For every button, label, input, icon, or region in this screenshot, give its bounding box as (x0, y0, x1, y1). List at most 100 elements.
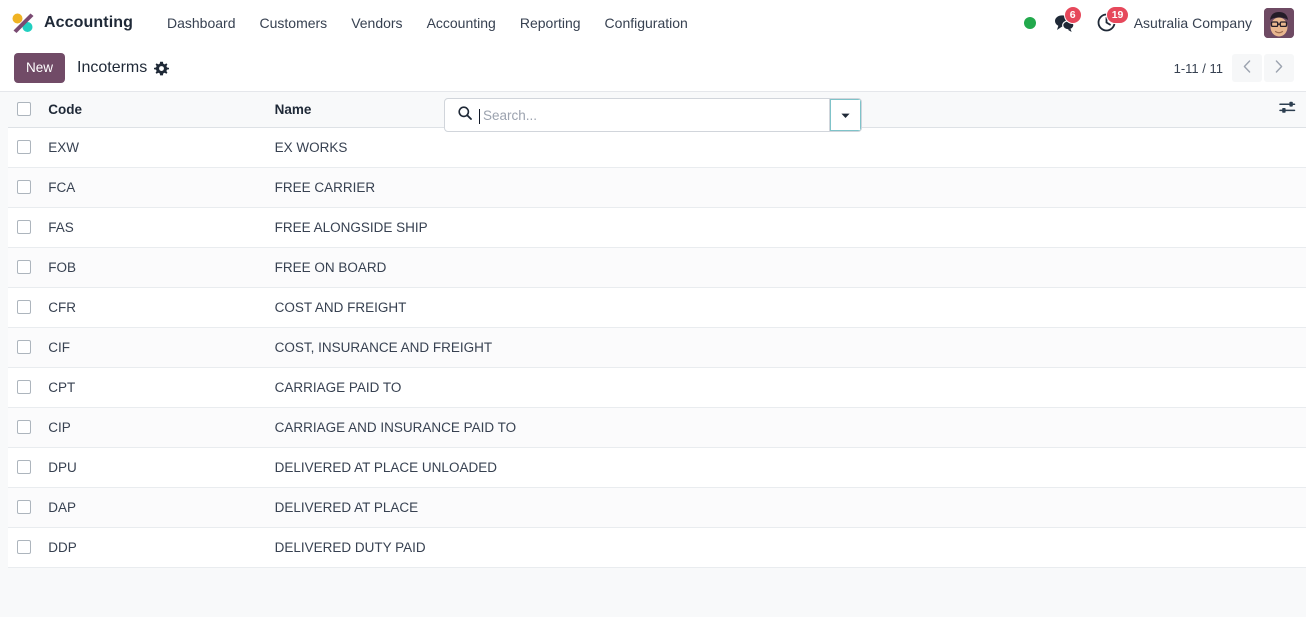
row-select-cell (8, 447, 49, 488)
brand-name: Accounting (44, 13, 133, 31)
search-bar[interactable]: Search... (444, 98, 862, 132)
cell-code[interactable]: DDP (48, 527, 275, 568)
pager-next-button[interactable] (1264, 54, 1294, 82)
activities-count-badge: 19 (1105, 5, 1130, 24)
menu-item-dashboard[interactable]: Dashboard (155, 9, 248, 37)
chevron-right-icon (1275, 60, 1283, 76)
row-checkbox[interactable] (17, 540, 31, 554)
top-navbar: Accounting Dashboard Customers Vendors A… (0, 0, 1306, 45)
cell-name[interactable]: DELIVERED AT PLACE (274, 487, 1241, 528)
cell-code[interactable]: CPT (48, 367, 275, 408)
table-filler (0, 567, 1306, 617)
row-select-cell (8, 487, 49, 528)
menu-item-vendors[interactable]: Vendors (339, 9, 414, 37)
cell-code[interactable]: FCA (48, 167, 275, 208)
cell-code[interactable]: CFR (48, 287, 275, 328)
chevron-down-icon (841, 106, 850, 124)
navbar-right-group: 6 19 Asutralia Company (1023, 5, 1294, 38)
table-row[interactable]: CIP CARRIAGE AND INSURANCE PAID TO (8, 407, 1306, 448)
row-checkbox[interactable] (17, 340, 31, 354)
row-checkbox[interactable] (17, 180, 31, 194)
search-icon (458, 105, 472, 125)
cell-name[interactable]: FREE CARRIER (274, 167, 1241, 208)
cell-name[interactable]: CARRIAGE PAID TO (274, 367, 1241, 408)
row-select-cell (8, 527, 49, 568)
cell-name[interactable]: DELIVERED DUTY PAID (274, 527, 1241, 568)
gear-icon[interactable] (154, 61, 170, 76)
table-row[interactable]: FOB FREE ON BOARD (8, 247, 1306, 288)
sliders-icon (1279, 100, 1296, 118)
cell-name[interactable]: EX WORKS (274, 127, 1241, 168)
brand-group[interactable]: Accounting (10, 10, 133, 36)
cell-code[interactable]: CIP (48, 407, 275, 448)
activities-button[interactable]: 19 (1092, 5, 1130, 38)
cell-spacer (1240, 367, 1306, 408)
breadcrumb: Incoterms (77, 59, 170, 77)
odoo-logo-icon[interactable] (10, 10, 36, 36)
table-row[interactable]: DDP DELIVERED DUTY PAID (8, 527, 1306, 568)
cell-code[interactable]: FAS (48, 207, 275, 248)
row-select-cell (8, 167, 49, 208)
chevron-left-icon (1243, 60, 1251, 76)
row-checkbox[interactable] (17, 420, 31, 434)
row-checkbox[interactable] (17, 260, 31, 274)
row-checkbox[interactable] (17, 380, 31, 394)
row-checkbox[interactable] (17, 460, 31, 474)
cell-spacer (1240, 407, 1306, 448)
row-checkbox[interactable] (17, 500, 31, 514)
select-all-header (8, 92, 49, 128)
messages-button[interactable]: 6 (1050, 5, 1082, 38)
cell-name[interactable]: CARRIAGE AND INSURANCE PAID TO (274, 407, 1241, 448)
cell-spacer (1240, 247, 1306, 288)
cell-spacer (1240, 527, 1306, 568)
cell-name[interactable]: FREE ON BOARD (274, 247, 1241, 288)
company-switcher[interactable]: Asutralia Company (1134, 15, 1252, 31)
page-title: Incoterms (77, 59, 148, 76)
row-select-cell (8, 207, 49, 248)
row-checkbox[interactable] (17, 140, 31, 154)
search-dropdown-toggle[interactable] (829, 99, 861, 131)
cell-code[interactable]: DAP (48, 487, 275, 528)
row-checkbox[interactable] (17, 220, 31, 234)
table-row[interactable]: DAP DELIVERED AT PLACE (8, 487, 1306, 528)
menu-item-accounting[interactable]: Accounting (415, 9, 508, 37)
row-checkbox[interactable] (17, 300, 31, 314)
table-row[interactable]: CIF COST, INSURANCE AND FREIGHT (8, 327, 1306, 368)
pager-previous-button[interactable] (1232, 54, 1262, 82)
cell-name[interactable]: COST, INSURANCE AND FREIGHT (274, 327, 1241, 368)
menu-item-reporting[interactable]: Reporting (508, 9, 593, 37)
table-row[interactable]: FCA FREE CARRIER (8, 167, 1306, 208)
cell-code[interactable]: CIF (48, 327, 275, 368)
table-row[interactable]: FAS FREE ALONGSIDE SHIP (8, 207, 1306, 248)
text-caret (479, 108, 480, 124)
table-body: EXW EX WORKS FCA FREE CARRIER FAS FREE ALONGS… (8, 127, 1306, 568)
select-all-checkbox[interactable] (17, 102, 31, 117)
menu-item-configuration[interactable]: Configuration (593, 9, 700, 37)
table-row[interactable]: CFR COST AND FREIGHT (8, 287, 1306, 328)
cell-spacer (1240, 127, 1306, 168)
menu-item-customers[interactable]: Customers (248, 9, 340, 37)
cell-code[interactable]: DPU (48, 447, 275, 488)
incoterms-table: Code Name EXW EX WORKS FCA FREE CARRIER … (8, 92, 1306, 568)
optional-columns-button[interactable] (1241, 100, 1306, 118)
cell-spacer (1240, 327, 1306, 368)
cell-name[interactable]: FREE ALONGSIDE SHIP (274, 207, 1241, 248)
cell-code[interactable]: EXW (48, 127, 275, 168)
pager-range[interactable]: 1-11 / 11 (1174, 61, 1223, 76)
list-view: Code Name EXW EX WORKS FCA FREE CARRIER … (0, 92, 1306, 617)
user-avatar[interactable] (1264, 7, 1294, 38)
column-header-code[interactable]: Code (48, 92, 275, 128)
cell-code[interactable]: FOB (48, 247, 275, 288)
cell-spacer (1240, 447, 1306, 488)
optional-columns-header (1240, 92, 1306, 128)
table-row[interactable]: CPT CARRIAGE PAID TO (8, 367, 1306, 408)
cell-name[interactable]: DELIVERED AT PLACE UNLOADED (274, 447, 1241, 488)
table-row[interactable]: EXW EX WORKS (8, 127, 1306, 168)
new-button[interactable]: New (14, 52, 66, 84)
cell-name[interactable]: COST AND FREIGHT (274, 287, 1241, 328)
row-select-cell (8, 327, 49, 368)
pager: 1-11 / 11 (1174, 54, 1294, 82)
table-row[interactable]: DPU DELIVERED AT PLACE UNLOADED (8, 447, 1306, 488)
search-input[interactable]: Search... (445, 99, 829, 131)
cell-spacer (1240, 207, 1306, 248)
